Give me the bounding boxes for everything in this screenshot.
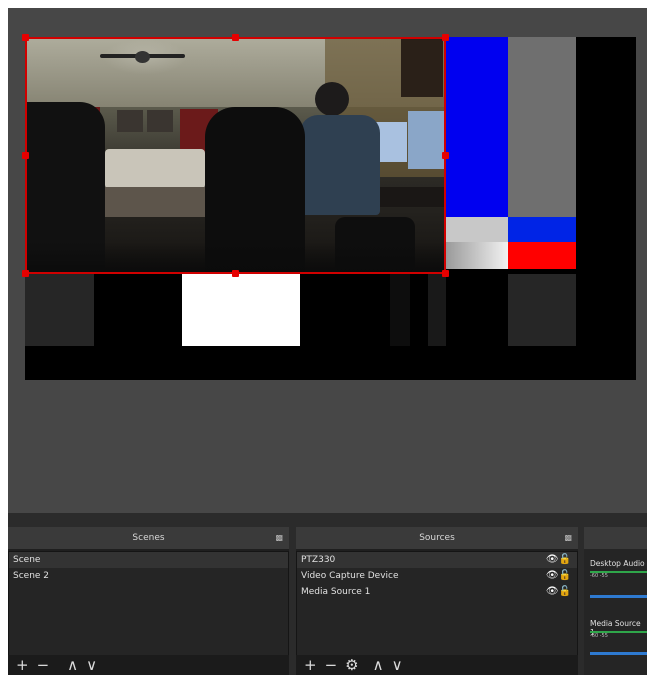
lock-icon[interactable]: 🔓 <box>559 554 571 565</box>
move-scene-down-button[interactable]: ∨ <box>86 655 97 675</box>
scenes-dock: Scenes ▩ Scene Scene 2 + − ∧ ∨ <box>8 527 289 675</box>
resize-handle-top-left[interactable] <box>22 34 29 41</box>
add-scene-button[interactable]: + <box>16 655 29 675</box>
resize-handle-top-right[interactable] <box>442 34 449 41</box>
mixer-meter-ticks: -60 -55 <box>590 573 608 579</box>
pattern-block <box>390 274 410 346</box>
move-source-down-button[interactable]: ∨ <box>392 655 403 675</box>
scene-item[interactable]: Scene 2 <box>9 568 288 584</box>
lock-icon[interactable]: 🔓 <box>559 586 571 597</box>
scenes-dock-title: Scenes ▩ <box>8 527 289 549</box>
mixer-meter-ticks: -60 -55 <box>590 633 608 639</box>
pattern-block-gray <box>508 37 576 217</box>
pattern-block <box>446 242 508 269</box>
pattern-block-black <box>576 37 636 217</box>
sources-dock-title: Sources ▩ <box>296 527 578 549</box>
eye-icon[interactable]: 👁 <box>546 570 559 581</box>
source-item-label: Video Capture Device <box>301 571 399 581</box>
pattern-block-red <box>508 242 576 269</box>
sources-list[interactable]: PTZ330 👁🔓 Video Capture Device 👁🔓 Media … <box>296 551 578 656</box>
scenes-list[interactable]: Scene Scene 2 <box>8 551 289 656</box>
move-source-up-button[interactable]: ∧ <box>373 655 384 675</box>
source-item[interactable]: Media Source 1 👁🔓 <box>297 584 577 600</box>
volume-meter <box>590 631 647 633</box>
source-item[interactable]: PTZ330 👁🔓 <box>297 552 577 568</box>
scenes-title: Scenes <box>132 533 165 543</box>
pattern-block <box>508 217 576 242</box>
resize-handle-top[interactable] <box>232 34 239 41</box>
resize-handle-left[interactable] <box>22 152 29 159</box>
source-item-label: Media Source 1 <box>301 587 371 597</box>
remove-source-button[interactable]: − <box>325 655 338 675</box>
audio-mixer-dock: Desktop Audio -60 -55 Media Source 1 -60… <box>584 527 647 675</box>
pattern-block <box>507 274 576 346</box>
move-scene-up-button[interactable]: ∧ <box>67 655 78 675</box>
lock-icon[interactable]: 🔓 <box>559 570 571 581</box>
selection-box[interactable] <box>25 37 446 274</box>
scene-item-label: Scene 2 <box>13 571 50 581</box>
pattern-block <box>182 274 300 346</box>
volume-slider[interactable] <box>590 652 647 655</box>
scene-item-label: Scene <box>13 555 41 565</box>
sources-dock: Sources ▩ PTZ330 👁🔓 Video Capture Device… <box>296 527 578 675</box>
resize-handle-right[interactable] <box>442 152 449 159</box>
pattern-block <box>25 274 94 346</box>
add-source-button[interactable]: + <box>304 655 317 675</box>
eye-icon[interactable]: 👁 <box>546 554 559 565</box>
pattern-block <box>428 274 446 346</box>
float-icon[interactable]: ▩ <box>275 527 283 549</box>
mixer-item-label: Desktop Audio <box>590 559 645 568</box>
source-item-label: PTZ330 <box>301 555 336 565</box>
scene-item[interactable]: Scene <box>9 552 288 568</box>
pattern-block <box>446 217 508 242</box>
volume-meter <box>590 571 647 573</box>
resize-handle-bottom-left[interactable] <box>22 270 29 277</box>
pattern-block-blue <box>446 37 508 217</box>
float-icon[interactable]: ▩ <box>564 527 572 549</box>
gear-icon[interactable]: ⚙ <box>345 655 358 675</box>
source-item[interactable]: Video Capture Device 👁🔓 <box>297 568 577 584</box>
audio-mixer-title-bar <box>584 527 647 549</box>
volume-slider[interactable] <box>590 595 647 598</box>
pattern-block <box>446 269 508 346</box>
resize-handle-bottom-right[interactable] <box>442 270 449 277</box>
sources-title: Sources <box>419 533 455 543</box>
scenes-toolbar: + − ∧ ∨ <box>8 655 289 675</box>
eye-icon[interactable]: 👁 <box>546 586 559 597</box>
sources-toolbar: + − ⚙ ∧ ∨ <box>296 655 578 675</box>
remove-scene-button[interactable]: − <box>37 655 50 675</box>
resize-handle-bottom[interactable] <box>232 270 239 277</box>
